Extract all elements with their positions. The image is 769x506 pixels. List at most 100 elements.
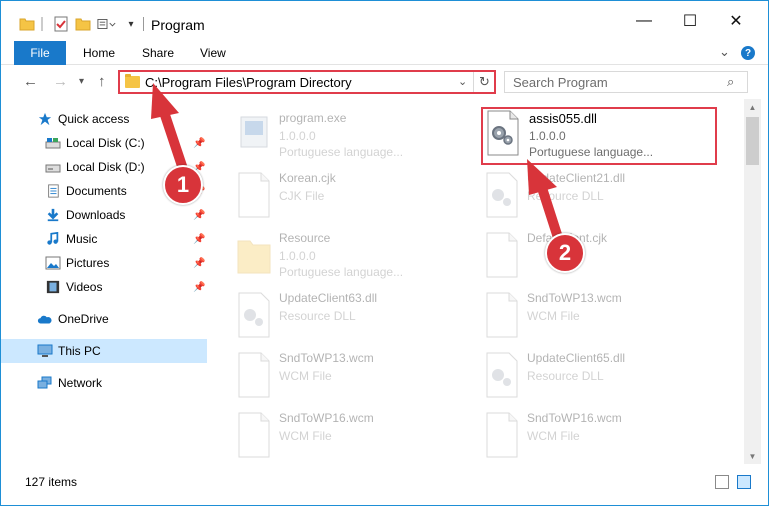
dll-file-icon xyxy=(486,352,518,398)
file-type: WCM File xyxy=(279,369,332,383)
documents-icon xyxy=(48,184,59,198)
toolbar-divider xyxy=(41,17,43,31)
sidebar-item-music[interactable]: Music 📌 xyxy=(1,227,207,251)
sidebar-item-label: Network xyxy=(58,376,103,390)
search-icon[interactable]: ⌕ xyxy=(727,74,734,90)
sidebar-item-network[interactable]: Network xyxy=(1,371,207,395)
file-description: Portuguese language... xyxy=(529,145,654,159)
file-type: Resource DLL xyxy=(527,189,604,203)
expand-ribbon-icon[interactable]: ⌄ xyxy=(719,44,730,60)
document-file-icon xyxy=(486,292,518,338)
details-view-icon[interactable] xyxy=(715,475,729,489)
quick-access-dropdown-icon[interactable]: ▾ xyxy=(125,15,137,33)
help-icon[interactable]: ? xyxy=(741,46,755,60)
status-bar: 127 items xyxy=(1,471,768,495)
address-dropdown-icon[interactable]: ⌄ xyxy=(458,75,467,88)
file-name: UpdateClient21.dll xyxy=(527,171,626,185)
address-path[interactable]: C:\Program Files\Program Directory xyxy=(145,75,352,90)
file-version: 1.0.0.0 xyxy=(279,249,316,263)
file-item-sndtowp16-wcm[interactable]: SndToWP16.wcm WCM File xyxy=(481,409,716,464)
file-type: WCM File xyxy=(279,429,332,443)
close-button[interactable]: ✕ xyxy=(713,1,759,41)
videos-icon xyxy=(46,280,60,294)
ribbon-tabs: File Home Share View ⌄ ? xyxy=(1,41,768,65)
scroll-down-icon[interactable]: ▼ xyxy=(744,448,761,464)
sidebar-item-label: Local Disk (C:) xyxy=(66,136,145,150)
step-badge-2: 2 xyxy=(545,233,585,273)
sidebar-item-pictures[interactable]: Pictures 📌 xyxy=(1,251,207,275)
file-version: 1.0.0.0 xyxy=(279,129,316,143)
search-input[interactable]: Search Program xyxy=(513,75,608,90)
file-name: SndToWP16.wcm xyxy=(279,411,374,425)
pc-icon xyxy=(37,344,53,357)
file-description: Portuguese language... xyxy=(279,265,404,279)
scroll-thumb[interactable] xyxy=(746,117,759,165)
file-item-sndtowp16-wcm[interactable]: SndToWP16.wcm WCM File xyxy=(233,409,468,464)
navigation-bar: ← → ▾ ↑ C:\Program Files\Program Directo… xyxy=(1,65,768,99)
file-item-program-exe[interactable]: program.exe 1.0.0.0 Portuguese language.… xyxy=(233,109,468,167)
sidebar-item-label: Documents xyxy=(66,184,127,198)
drive-icon xyxy=(45,164,61,173)
customize-quick-access-icon[interactable] xyxy=(97,15,117,33)
sidebar-item-downloads[interactable]: Downloads 📌 xyxy=(1,203,207,227)
document-file-icon xyxy=(238,352,270,398)
sidebar-item-onedrive[interactable]: OneDrive xyxy=(1,307,207,331)
pin-icon: 📌 xyxy=(193,137,206,149)
maximize-button[interactable]: ☐ xyxy=(667,1,713,41)
tab-home[interactable]: Home xyxy=(83,46,115,60)
sidebar-item-quick-access[interactable]: Quick access xyxy=(1,107,207,131)
sidebar-item-label: OneDrive xyxy=(58,312,109,326)
sidebar-item-this-pc[interactable]: This PC xyxy=(1,339,207,363)
file-type: Resource DLL xyxy=(527,369,604,383)
back-icon[interactable]: ← xyxy=(23,73,38,90)
scroll-up-icon[interactable]: ▲ xyxy=(744,99,761,115)
vertical-scrollbar[interactable]: ▲ ▼ xyxy=(744,99,761,464)
file-item-resource[interactable]: Resource 1.0.0.0 Portuguese language... xyxy=(233,229,468,287)
file-name: Resource xyxy=(279,231,331,245)
item-count: 127 items xyxy=(25,475,78,489)
refresh-icon[interactable]: ↻ xyxy=(473,72,495,92)
sidebar-item-local-disk-c[interactable]: Local Disk (C:) 📌 xyxy=(1,131,207,155)
file-item-assis055-dll[interactable]: assis055.dll 1.0.0.0 Portuguese language… xyxy=(481,107,717,165)
tab-view[interactable]: View xyxy=(200,46,226,60)
up-icon[interactable]: ↑ xyxy=(98,73,106,90)
file-item-updateclient21-dll[interactable]: UpdateClient21.dll Resource DLL xyxy=(481,169,716,227)
star-icon xyxy=(38,112,52,126)
sidebar-item-label: Videos xyxy=(66,280,103,294)
document-file-icon xyxy=(486,232,518,278)
large-icons-view-icon[interactable] xyxy=(737,475,751,489)
new-folder-icon[interactable] xyxy=(75,15,91,33)
properties-icon[interactable] xyxy=(53,15,69,33)
file-item-updateclient65-dll[interactable]: UpdateClient65.dll Resource DLL xyxy=(481,349,716,407)
file-item-sndtowp13-wcm[interactable]: SndToWP13.wcm WCM File xyxy=(481,289,716,347)
sidebar-item-videos[interactable]: Videos 📌 xyxy=(1,275,207,299)
exe-file-icon xyxy=(240,116,268,148)
tab-share[interactable]: Share xyxy=(142,46,174,60)
search-box[interactable]: Search Program ⌕ xyxy=(504,71,748,93)
sidebar-item-label: This PC xyxy=(58,344,101,358)
minimize-button[interactable]: — xyxy=(621,1,667,41)
title-separator xyxy=(143,17,144,31)
sidebar-item-label: Downloads xyxy=(66,208,126,222)
file-item-updateclient63-dll[interactable]: UpdateClient63.dll Resource DLL xyxy=(233,289,468,347)
title-bar: ▾ Program — ☐ ✕ xyxy=(1,1,768,41)
sidebar-item-label: Quick access xyxy=(58,112,130,126)
pictures-icon xyxy=(45,256,61,270)
sidebar-item-label: Local Disk (D:) xyxy=(66,160,145,174)
forward-icon[interactable]: → xyxy=(53,73,68,90)
tab-file[interactable]: File xyxy=(14,41,66,65)
file-description: Portuguese language... xyxy=(279,145,404,159)
folder-icon xyxy=(237,240,271,274)
cloud-icon xyxy=(37,315,52,324)
file-item-sndtowp13-wcm[interactable]: SndToWP13.wcm WCM File xyxy=(233,349,468,407)
file-version: 1.0.0.0 xyxy=(529,129,566,143)
address-bar[interactable]: C:\Program Files\Program Directory ⌄ ↻ xyxy=(118,70,496,94)
recent-locations-icon[interactable]: ▾ xyxy=(79,76,84,87)
file-type: CJK File xyxy=(279,189,325,203)
folder-icon xyxy=(125,74,140,88)
download-icon xyxy=(47,208,59,222)
dll-file-icon xyxy=(487,110,519,156)
file-item-korean-cjk[interactable]: Korean.cjk CJK File xyxy=(233,169,468,227)
pin-icon: 📌 xyxy=(193,233,206,245)
file-item-defaultfont-cjk[interactable]: DefaultFont.cjk xyxy=(481,229,716,287)
